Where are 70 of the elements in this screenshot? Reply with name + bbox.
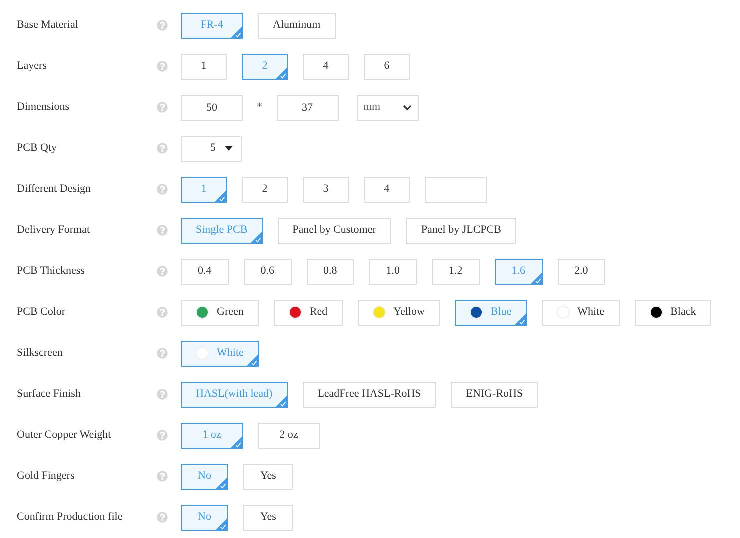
option-button[interactable]: Panel by Customer [278, 218, 392, 244]
option-button[interactable]: 1.0 [369, 258, 417, 284]
quantity-select[interactable]: 5 [181, 136, 242, 162]
help-icon[interactable] [157, 430, 168, 441]
field-label: PCB Thickness [16, 264, 86, 280]
field-label: Dimensions [16, 100, 71, 116]
option-button[interactable]: White [542, 300, 620, 326]
check-corner-icon [246, 354, 258, 366]
field-label: Outer Copper Weight [16, 428, 112, 444]
height-input-field[interactable]: 37 [276, 94, 338, 120]
option-button[interactable]: LeadFree HASL-RoHS [302, 382, 436, 408]
option-button[interactable]: 2 oz [258, 422, 320, 448]
field-label: Confirm Production file [16, 510, 124, 526]
help-icon[interactable] [157, 184, 168, 195]
help-icon[interactable] [157, 266, 168, 277]
help-icon[interactable] [157, 102, 168, 113]
option-button[interactable]: 0.4 [181, 258, 229, 284]
field-label: Gold Fingers [16, 469, 76, 484]
option-button[interactable]: 4 [364, 176, 410, 202]
field-label: Different Design [16, 182, 92, 198]
check-corner-icon [276, 396, 287, 406]
option-button[interactable]: Aluminum [258, 12, 336, 38]
help-icon[interactable] [157, 471, 168, 482]
option-button[interactable]: Green [181, 300, 259, 326]
chevron-down-icon [402, 104, 412, 110]
unit-select[interactable]: mm [356, 94, 418, 120]
check-corner-icon [530, 272, 542, 284]
width-input-field[interactable]: 50 [181, 94, 243, 120]
option-button[interactable]: 0.8 [306, 258, 354, 284]
field-label: PCB Qty [16, 141, 58, 156]
check-corner-icon [231, 26, 242, 38]
help-icon[interactable] [157, 307, 168, 318]
option-button[interactable]: 6 [364, 54, 410, 80]
option-button[interactable]: 2.0 [558, 258, 606, 284]
help-icon[interactable] [157, 61, 168, 72]
option-button[interactable]: 3 [303, 176, 349, 202]
custom-input-field[interactable] [425, 176, 487, 202]
option-button[interactable]: 1 [181, 54, 227, 80]
times-sign: * [257, 100, 262, 116]
help-icon[interactable] [157, 143, 168, 154]
help-icon[interactable] [157, 20, 168, 31]
check-corner-icon [215, 190, 226, 202]
option-button[interactable]: 4 [303, 54, 349, 80]
option-button[interactable]: Yellow [358, 300, 440, 326]
check-corner-icon [276, 68, 287, 78]
check-corner-icon [216, 478, 228, 488]
field-label: Layers [16, 59, 48, 74]
caret-down-icon [225, 146, 233, 151]
check-corner-icon [250, 232, 262, 242]
field-label: Delivery Format [16, 223, 92, 238]
option-button[interactable]: 0.6 [244, 258, 292, 284]
help-icon[interactable] [157, 348, 168, 359]
check-corner-icon [514, 314, 526, 324]
field-label: Base Material [16, 18, 80, 34]
field-label: Silkscreen [16, 346, 64, 362]
help-icon[interactable] [157, 512, 168, 523]
check-corner-icon [231, 436, 242, 448]
check-corner-icon [216, 518, 228, 530]
field-label: Surface Finish [16, 387, 82, 402]
help-icon[interactable] [157, 225, 168, 236]
option-button[interactable]: Yes [243, 504, 294, 530]
option-button[interactable]: 2 [242, 176, 288, 202]
help-icon[interactable] [157, 389, 168, 400]
field-label: PCB Color [16, 305, 67, 320]
option-button[interactable]: ENIG-RoHS [451, 382, 538, 408]
option-button[interactable]: Yes [243, 464, 294, 490]
option-button[interactable]: Black [634, 300, 712, 326]
option-button[interactable]: Red [274, 300, 343, 326]
option-button[interactable]: 1.2 [432, 258, 480, 284]
option-button[interactable]: Panel by JLCPCB [406, 218, 516, 244]
